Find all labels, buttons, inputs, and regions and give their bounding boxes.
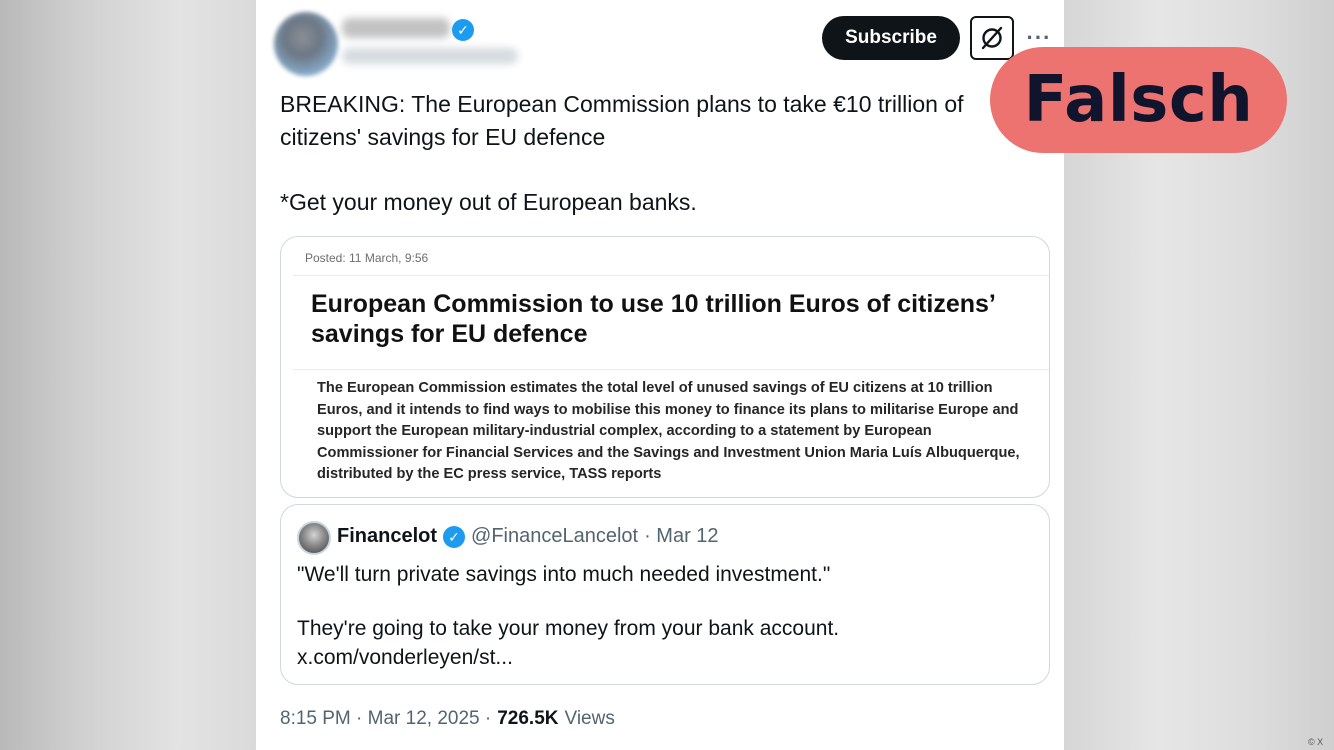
quoted-author-name[interactable]: Financelot bbox=[337, 525, 437, 548]
quoted-tweet-text: "We'll turn private savings into much ne… bbox=[297, 560, 1027, 672]
card-headline: European Commission to use 10 trillion E… bbox=[311, 290, 995, 348]
article-screenshot-card[interactable]: Posted: 11 March, 9:56 European Commissi… bbox=[280, 236, 1050, 498]
divider bbox=[293, 275, 1049, 276]
card-body: The European Commission estimates the to… bbox=[317, 380, 1020, 482]
author-name-blurred[interactable] bbox=[342, 18, 450, 38]
quoted-tweet-date: · Mar 12 bbox=[644, 525, 719, 547]
quoted-text-line: "We'll turn private savings into much ne… bbox=[297, 563, 831, 586]
quoted-tweet[interactable]: Financelot ✓ @FinanceLancelot · Mar 12 "… bbox=[280, 504, 1050, 685]
quoted-author-avatar[interactable] bbox=[297, 521, 331, 555]
fact-check-label: Falsch bbox=[990, 47, 1287, 153]
views-count: 726.5K bbox=[497, 708, 559, 729]
tweet-container: ✓ Subscribe ··· BREAKING: The European C… bbox=[256, 0, 1064, 750]
image-credit: © X bbox=[1308, 737, 1324, 747]
grok-icon bbox=[981, 26, 1003, 50]
divider bbox=[293, 369, 1049, 370]
tweet-text: BREAKING: The European Commission plans … bbox=[280, 88, 1040, 219]
tweet-text-line: *Get your money out of European banks. bbox=[280, 189, 697, 215]
quoted-author-handle[interactable]: @FinanceLancelot bbox=[471, 525, 638, 548]
tweet-meta: 8:15 PM · Mar 12, 2025 · 726.5K Views bbox=[280, 708, 615, 730]
views-label: Views bbox=[564, 708, 615, 729]
author-avatar[interactable] bbox=[274, 12, 338, 76]
verified-badge-icon: ✓ bbox=[443, 525, 466, 548]
quoted-tweet-header: Financelot ✓ @FinanceLancelot · Mar 12 bbox=[337, 525, 719, 548]
quoted-link[interactable]: x.com/vonderleyen/st... bbox=[297, 643, 1027, 672]
tweet-timestamp[interactable]: 8:15 PM · Mar 12, 2025 · bbox=[280, 708, 491, 730]
background-left bbox=[0, 0, 256, 750]
card-posted-date: Posted: 11 March, 9:56 bbox=[305, 251, 429, 265]
verified-badge-icon: ✓ bbox=[452, 19, 474, 41]
subscribe-button[interactable]: Subscribe bbox=[822, 16, 960, 60]
quoted-text-line: They're going to take your money from yo… bbox=[297, 617, 840, 640]
tweet-text-line: BREAKING: The European Commission plans … bbox=[280, 91, 964, 150]
author-handle-blurred[interactable] bbox=[342, 48, 518, 64]
grok-button[interactable] bbox=[970, 16, 1014, 60]
